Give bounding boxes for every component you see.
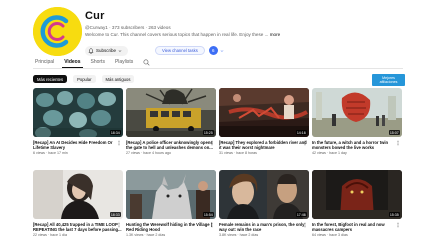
chevron-down-icon[interactable] [220, 49, 224, 53]
tab-principal[interactable]: Principal [33, 56, 56, 68]
channel-logo-icon [33, 7, 82, 56]
video-title[interactable]: [Recap] A police officer unknowingly ope… [126, 140, 216, 150]
filter-chip-oldest[interactable]: Más antiguos [101, 74, 135, 84]
video-meta: 6 views · hace 17 min [33, 151, 68, 155]
video-meta: 64 views · hace 3 días [312, 233, 348, 237]
more-options-icon[interactable] [117, 140, 121, 146]
channel-header: Cur @Curway1 · 373 subscribers · 263 vid… [33, 7, 403, 57]
channel-description[interactable]: Welcome to Cur. This channel covers seri… [85, 32, 285, 37]
task-count-badge[interactable]: 6 [208, 46, 218, 55]
video-meta: 27 views · hace 4 hours ago [126, 151, 171, 155]
chevron-down-icon [118, 49, 122, 52]
video-thumbnail[interactable]: 18:33 [33, 170, 123, 219]
more-options-icon[interactable] [396, 140, 400, 146]
video-thumbnail[interactable]: 18:34 [33, 88, 123, 137]
tabs-divider [33, 68, 403, 69]
video-title[interactable]: In the future, a witch and a horror twin… [312, 140, 402, 150]
video-title[interactable]: Female remains in a man's prison, the on… [219, 222, 309, 232]
video-meta: 22 views · hace 1 día [33, 233, 67, 237]
video-duration: 14:16 [295, 130, 307, 135]
more-options-icon[interactable] [117, 222, 121, 228]
tab-shorts[interactable]: Shorts [89, 56, 107, 68]
video-thumbnail[interactable]: 15:25 [126, 88, 216, 137]
video-thumbnail[interactable]: 17:46 [219, 170, 309, 219]
video-thumbnail[interactable]: 15:07 [312, 88, 402, 137]
video-meta: 31 views · hace 8 horas [219, 151, 257, 155]
video-count: 263 videos [148, 25, 171, 30]
channel-meta: @Curway1 · 373 subscribers · 263 videos [85, 25, 171, 30]
video-duration: 15:07 [388, 130, 400, 135]
video-duration: 17:46 [295, 212, 307, 217]
tab-videos[interactable]: Videos [62, 56, 83, 68]
video-meta: 42 views · hace 1 day [312, 151, 347, 155]
channel-handle: @Curway1 [85, 25, 108, 30]
search-icon[interactable] [143, 59, 150, 66]
video-duration: 18:34 [109, 130, 121, 135]
sort-filters: Más recientes Popular Más antiguos [33, 74, 140, 84]
channel-name: Cur [85, 10, 105, 22]
video-meta: 1.3K views · hace 2 días [126, 233, 166, 237]
filter-chip-popular[interactable]: Popular [73, 74, 96, 84]
best-affiliations-button[interactable]: Mejores afiliaciones [372, 74, 405, 86]
more-options-icon[interactable] [210, 140, 214, 146]
more-options-icon[interactable] [303, 222, 307, 228]
video-thumbnail[interactable]: 15:35 [312, 170, 402, 219]
video-title[interactable]: [Recap] An AI Decides Hide Freedom Or Li… [33, 140, 123, 150]
view-channel-tasks-button[interactable]: View channel tasks [155, 46, 205, 55]
channel-tabs: Principal Videos Shorts Playlists [33, 56, 150, 68]
video-duration: 15:35 [388, 212, 400, 217]
subscribed-button[interactable]: Subscribe [85, 45, 129, 56]
description-more-link[interactable]: more [270, 32, 280, 37]
video-duration: 15:54 [202, 212, 214, 217]
video-meta: 3.8K views · hace 2 días [219, 233, 259, 237]
video-title[interactable]: Hunting the Werewolf hiding in the Villa… [126, 222, 216, 232]
more-options-icon[interactable] [396, 222, 400, 228]
video-title[interactable]: In the forest, Bigfoot in real and now m… [312, 222, 402, 232]
subscriber-count: 373 subscribers [111, 25, 145, 30]
bell-icon [88, 47, 94, 54]
video-title[interactable]: [Recap] They explored a forbidden river … [219, 140, 309, 150]
video-thumbnail[interactable]: 15:54 [126, 170, 216, 219]
more-options-icon[interactable] [303, 140, 307, 146]
video-title[interactable]: [Recap] All 40,425 trapped in a TIME LOO… [33, 222, 123, 232]
filter-chip-newest[interactable]: Más recientes [33, 74, 68, 84]
tab-playlists[interactable]: Playlists [113, 56, 135, 68]
video-thumbnail[interactable]: 14:16 [219, 88, 309, 137]
video-duration: 15:25 [202, 130, 214, 135]
more-options-icon[interactable] [210, 222, 214, 228]
video-duration: 18:33 [109, 212, 121, 217]
channel-avatar[interactable] [33, 7, 82, 56]
